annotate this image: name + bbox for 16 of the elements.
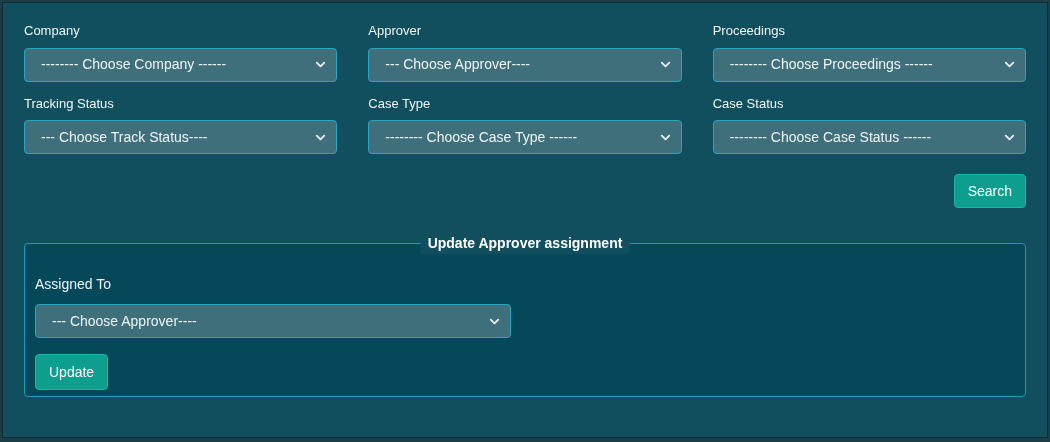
field-label: Proceedings	[712, 22, 786, 40]
field-label: Case Type	[368, 94, 432, 113]
dropdown[interactable]: -------- Choose Case Type ------	[368, 120, 682, 154]
dropdown[interactable]: -------- Choose Company ------	[24, 47, 338, 82]
dropdown[interactable]: --- Choose Track Status----	[24, 120, 338, 154]
search-button[interactable]: Search	[953, 174, 1026, 208]
dropdown[interactable]: --- Choose Approver----	[368, 47, 682, 82]
field-label: Approver	[368, 22, 423, 40]
field-label: Company	[24, 22, 81, 40]
field-label: Case Status	[712, 94, 785, 113]
update-button[interactable]: Update	[35, 354, 109, 390]
dropdown[interactable]: -------- Choose Proceedings ------	[712, 47, 1026, 82]
dropdown[interactable]: --- Choose Approver----	[35, 304, 511, 338]
dropdown[interactable]: -------- Choose Case Status ------	[712, 120, 1026, 154]
field-label: Tracking Status	[24, 94, 115, 113]
field-label: Assigned To	[35, 275, 112, 294]
